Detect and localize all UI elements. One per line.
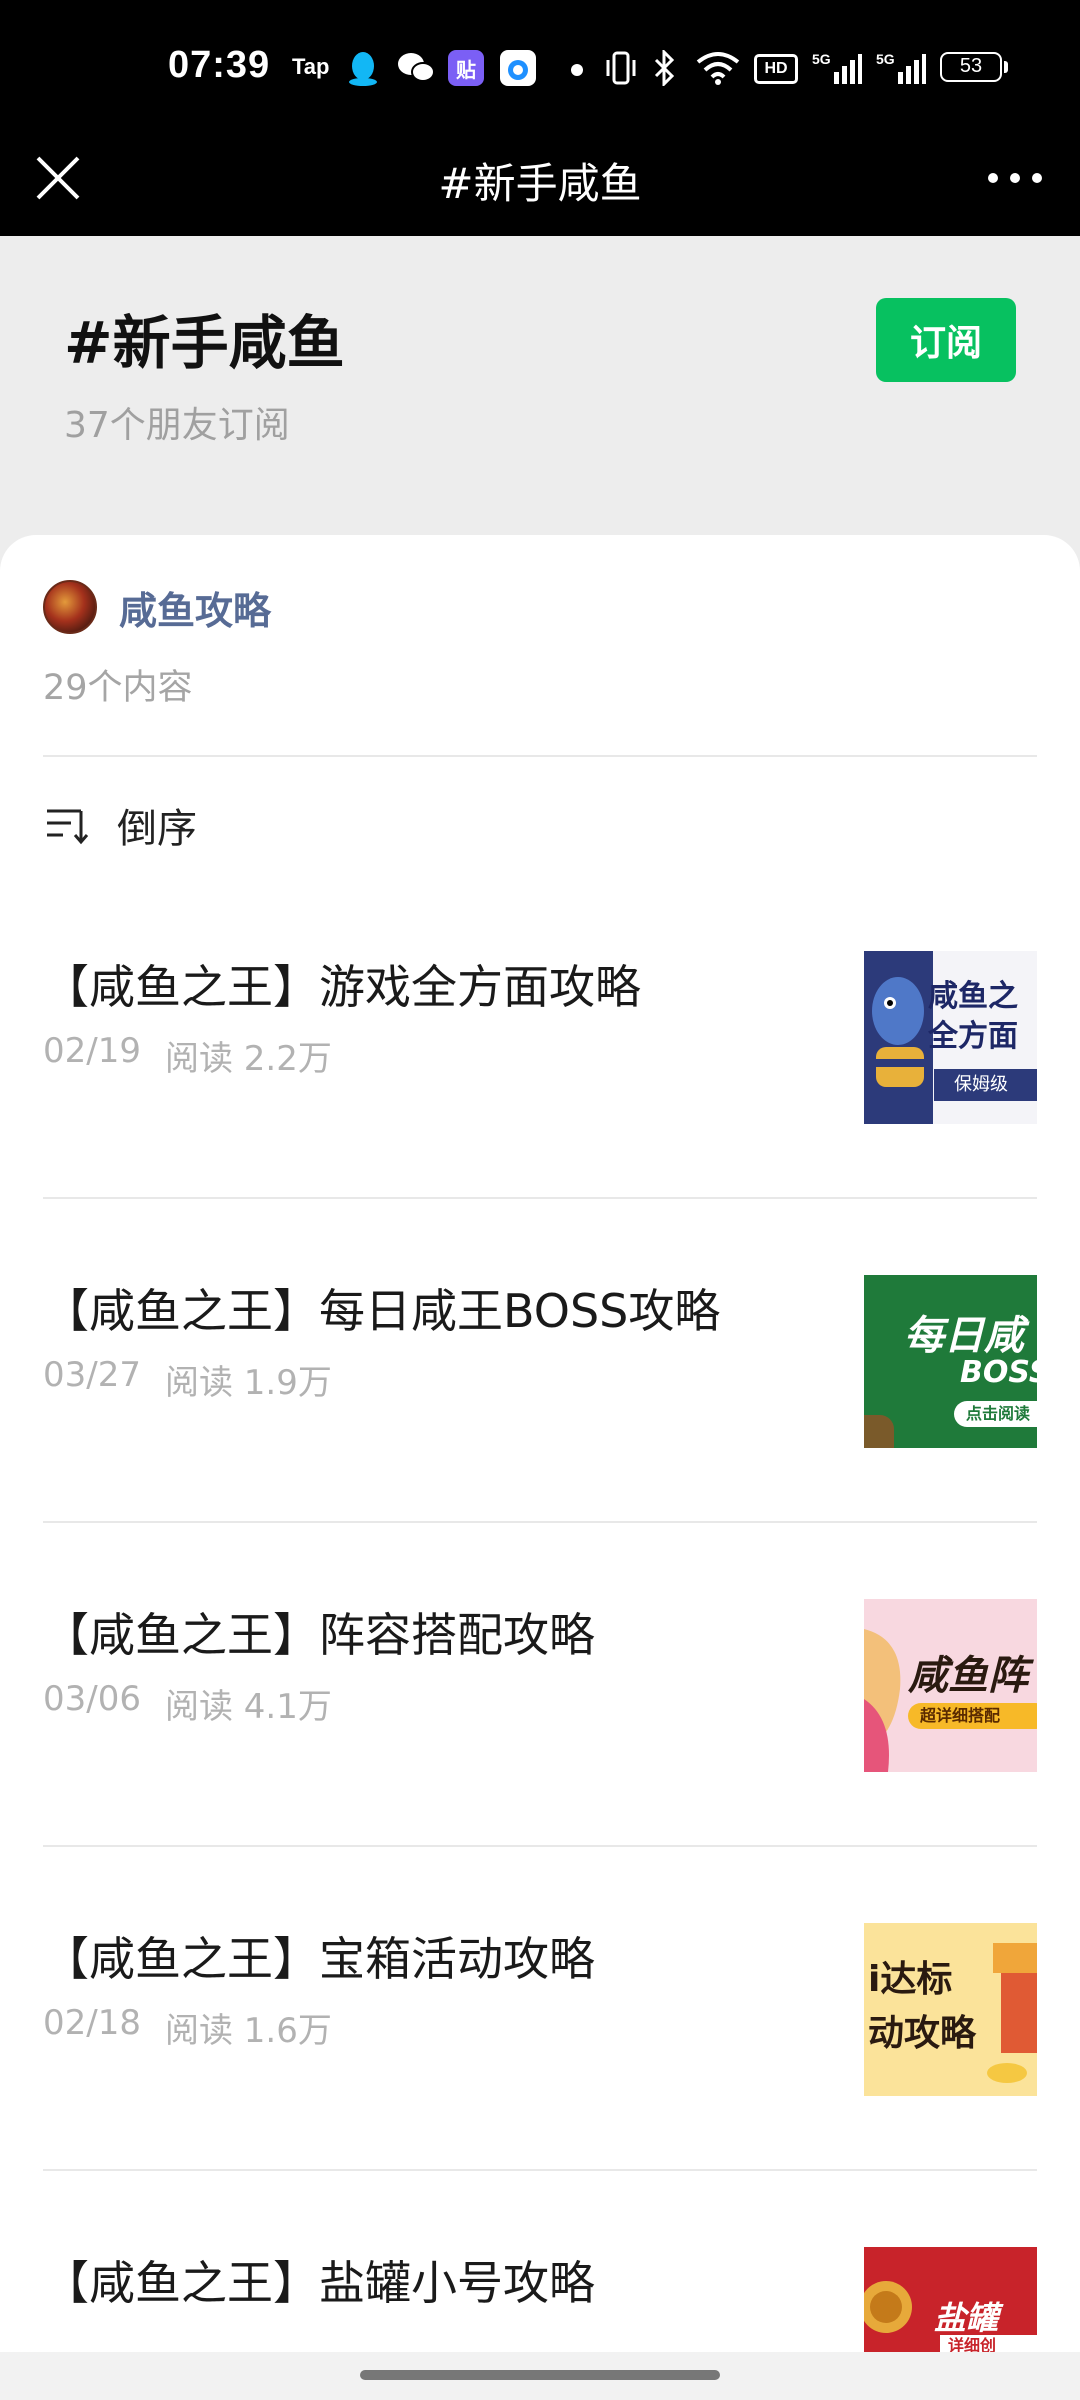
thumb-text: 盐罐 (934, 2299, 999, 2337)
nav-title: #新手咸鱼 (438, 159, 642, 208)
article-title: 【咸鱼之王】宝箱活动攻略 (43, 1932, 595, 1986)
divider (43, 755, 1037, 757)
divider (43, 2169, 1037, 2171)
qq-icon (346, 50, 380, 86)
battery-icon: 53 (940, 52, 1008, 82)
wifi-icon (694, 50, 742, 86)
more-icon[interactable] (980, 150, 1050, 206)
signal2-label: 5G (876, 51, 895, 67)
content-card: 咸鱼攻略 29个内容 倒序 【咸鱼之王】游戏全方面攻略 02/19 阅读 2.2… (0, 535, 1080, 2400)
article-item[interactable]: 【咸鱼之王】宝箱活动攻略 02/18 阅读 1.6万 i达标 动攻略 (0, 1853, 1080, 2177)
thumb-tag: 点击阅读 (954, 1401, 1037, 1427)
status-bar: 07:39 Tap 贴 HD 5G 5G 53 (0, 0, 1080, 120)
home-indicator (0, 2352, 1080, 2400)
author-row[interactable]: 咸鱼攻略 (43, 579, 271, 635)
topic-header: #新手咸鱼 37个朋友订阅 订阅 (0, 236, 1080, 536)
article-item[interactable]: 【咸鱼之王】每日咸王BOSS攻略 03/27 阅读 1.9万 每日咸 BOSS … (0, 1205, 1080, 1529)
thumb-text: 咸鱼阵 (908, 1653, 1028, 1699)
signal-5g-icon-2: 5G (876, 50, 926, 86)
bluetooth-icon (652, 48, 678, 88)
article-item[interactable]: 【咸鱼之王】游戏全方面攻略 02/19 阅读 2.2万 咸鱼之 全方面 保姆级 (0, 881, 1080, 1205)
thumb-tag: 保姆级 (934, 1069, 1037, 1101)
article-reads: 阅读 1.9万 (164, 1363, 332, 1403)
tap-icon: Tap (292, 54, 330, 79)
sort-toggle[interactable]: 倒序 (45, 797, 197, 853)
article-meta: 03/27 阅读 1.9万 (43, 1355, 332, 1404)
dot-icon (570, 62, 584, 98)
article-date: 02/19 (43, 1031, 141, 1071)
article-reads: 阅读 4.1万 (164, 1687, 332, 1727)
status-time: 07:39 (168, 44, 271, 86)
sort-icon (47, 809, 89, 845)
article-reads: 阅读 1.6万 (164, 2011, 332, 2051)
thumb-subtext: BOSS (960, 1355, 1037, 1390)
vibrate-icon (604, 50, 638, 86)
thumb-text: i达标 动攻略 (868, 1959, 977, 2054)
author-name[interactable]: 咸鱼攻略 (119, 580, 271, 635)
article-title: 【咸鱼之王】每日咸王BOSS攻略 (43, 1284, 721, 1338)
article-title: 【咸鱼之王】阵容搭配攻略 (43, 1608, 595, 1662)
article-date: 03/27 (43, 1355, 141, 1395)
topic-title: #新手咸鱼 (64, 309, 345, 377)
thumb-tag: 超详细搭配 (908, 1703, 1037, 1729)
divider (43, 1845, 1037, 1847)
article-item[interactable]: 【咸鱼之王】阵容搭配攻略 03/06 阅读 4.1万 咸鱼阵 超详细搭配 (0, 1529, 1080, 1853)
article-title: 【咸鱼之王】盐罐小号攻略 (43, 2256, 595, 2310)
divider (43, 1521, 1037, 1523)
article-reads: 阅读 2.2万 (164, 1039, 332, 1079)
article-meta: 03/06 阅读 4.1万 (43, 1679, 332, 1728)
article-title: 【咸鱼之王】游戏全方面攻略 (43, 960, 641, 1014)
app-icon (500, 50, 536, 86)
subscriber-count: 37个朋友订阅 (64, 405, 290, 446)
content-count: 29个内容 (43, 668, 193, 708)
article-thumbnail: i达标 动攻略 (864, 1923, 1037, 2096)
subscribe-button[interactable]: 订阅 (876, 298, 1016, 382)
divider (43, 1197, 1037, 1199)
article-date: 02/18 (43, 2003, 141, 2043)
article-thumbnail: 每日咸 BOSS 点击阅读 (864, 1275, 1037, 1448)
article-thumbnail: 咸鱼阵 超详细搭配 (864, 1599, 1037, 1772)
avatar[interactable] (43, 580, 97, 634)
sort-label: 倒序 (117, 806, 197, 852)
tieba-icon: 贴 (448, 50, 484, 86)
signal1-label: 5G (812, 51, 831, 67)
nav-bar: #新手咸鱼 (0, 120, 1080, 236)
article-thumbnail: 咸鱼之 全方面 保姆级 (864, 951, 1037, 1124)
article-meta: 02/18 阅读 1.6万 (43, 2003, 332, 2052)
wechat-icon (396, 50, 436, 86)
home-bar[interactable] (360, 2370, 720, 2380)
article-date: 03/06 (43, 1679, 141, 1719)
hd-icon: HD (754, 54, 798, 84)
thumb-text: 咸鱼之 全方面 (928, 979, 1018, 1054)
thumb-text: 每日咸 (904, 1313, 1024, 1359)
signal-5g-icon: 5G (812, 50, 862, 86)
article-meta: 02/19 阅读 2.2万 (43, 1031, 332, 1080)
